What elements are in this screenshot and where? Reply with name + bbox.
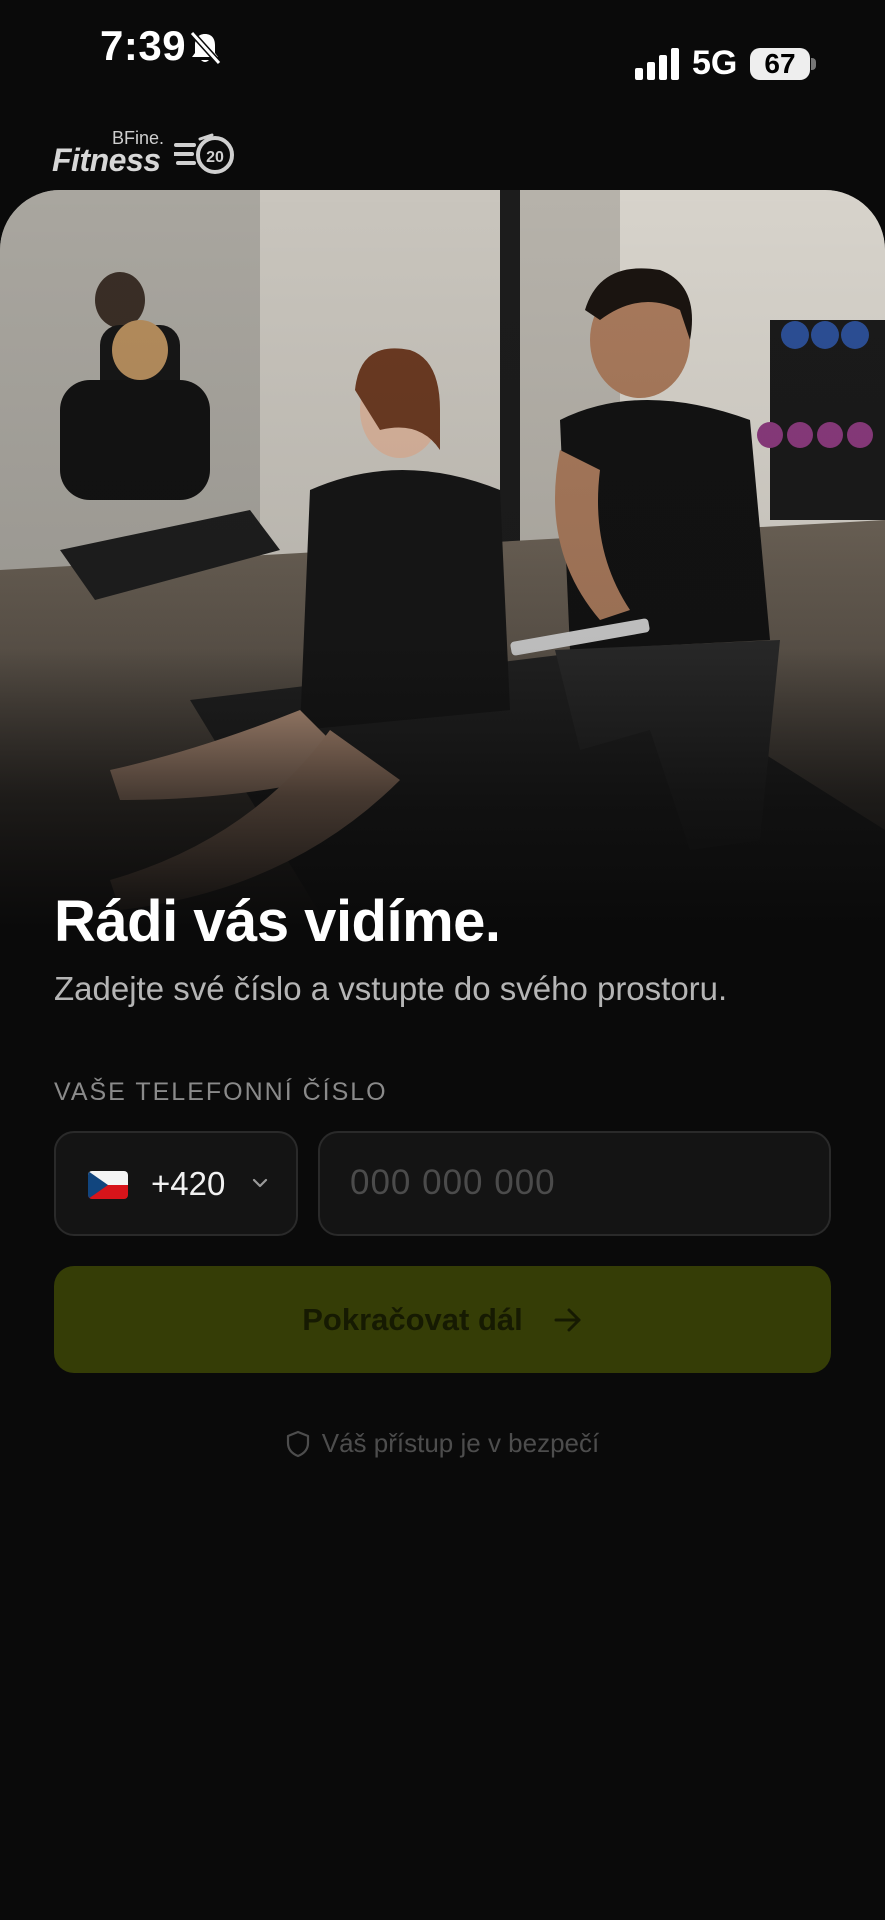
continue-button-label: Pokračovat dál: [302, 1301, 523, 1337]
bell-off-icon: [189, 30, 222, 66]
brand-name: Fitness: [52, 142, 161, 178]
chevron-down-icon: [252, 1178, 268, 1188]
badge-number: 20: [206, 149, 224, 166]
shield-icon: [286, 1430, 309, 1457]
arrow-right-icon: [554, 1308, 581, 1331]
speed-badge-icon: 20: [174, 133, 234, 174]
phone-field[interactable]: [318, 1131, 831, 1236]
country-code: +420: [151, 1165, 226, 1202]
czech-flag-icon: [88, 1171, 128, 1199]
battery-icon: 67: [750, 48, 810, 80]
country-code-select[interactable]: +420: [54, 1131, 298, 1236]
page-subtitle: Zadejte své číslo a vstupte do svého pro…: [54, 970, 728, 1007]
hero-image: [0, 190, 885, 930]
brand-logo: BFine. Fitness 20: [52, 128, 242, 178]
battery-level: 67: [764, 48, 796, 79]
secure-text: Váš přístup je v bezpečí: [321, 1428, 600, 1458]
phone-field-label: VAŠE TELEFONNÍ ČÍSLO: [54, 1078, 388, 1106]
status-time: 7:39: [100, 22, 187, 69]
phone-input[interactable]: [348, 1157, 792, 1209]
secure-note: Váš přístup je v bezpečí: [0, 1428, 885, 1459]
battery-tip: [811, 58, 816, 70]
page-title: Rádi vás vidíme.: [54, 889, 501, 954]
signal-icon: [635, 48, 679, 80]
status-bar: 7:39 5G 67: [0, 0, 885, 100]
network-type: 5G: [692, 44, 738, 82]
continue-button[interactable]: Pokračovat dál: [54, 1266, 831, 1373]
